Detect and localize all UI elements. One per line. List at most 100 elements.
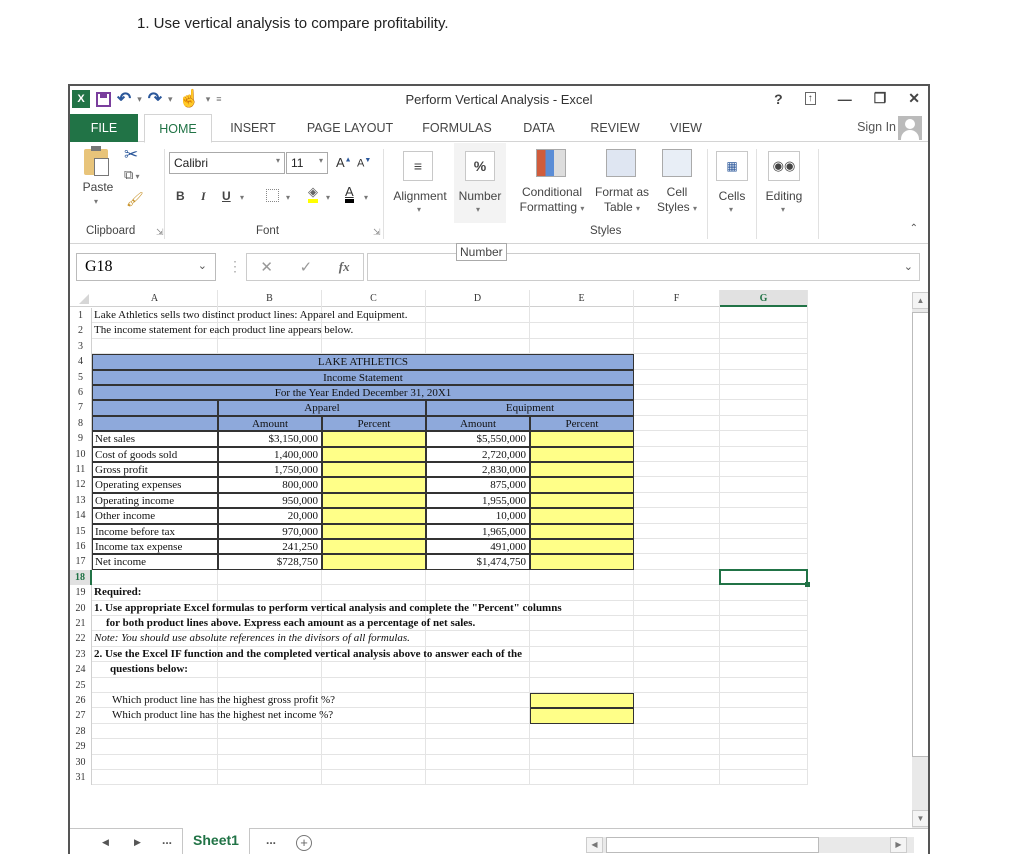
format-painter-icon[interactable]: 🖌 [126,191,144,208]
apparel-amount-cell[interactable]: 950,000 [218,492,322,509]
increase-font-size-icon[interactable]: A▲ [336,155,352,170]
help-icon[interactable]: ? [774,91,783,107]
next-sheet-icon[interactable]: ▶ [134,837,141,848]
row-header-22[interactable]: 22 [70,631,92,647]
answer-gross-profit-input[interactable] [530,693,634,709]
apparel-amount-cell[interactable]: 1,750,000 [218,462,322,478]
selected-cell-g18[interactable] [719,568,810,588]
equipment-percent-input[interactable] [530,554,634,570]
column-header-a[interactable]: A [92,290,218,307]
apparel-amount-cell[interactable]: $3,150,000 [218,431,322,447]
minimize-icon[interactable]: — [838,91,852,107]
vertical-scroll-thumb[interactable] [912,312,928,757]
column-header-c[interactable]: C [322,290,426,307]
decrease-font-size-icon[interactable]: A▼ [357,157,371,170]
italic-button[interactable]: I [201,189,206,204]
apparel-percent-input[interactable] [322,554,426,570]
row-header-2[interactable]: 2 [70,323,92,339]
paste-button[interactable]: Paste ▾ [78,146,118,213]
equipment-percent-input[interactable] [530,539,634,555]
cancel-icon[interactable]: ✕ [260,258,273,276]
line-item-label[interactable]: Gross profit [92,462,218,478]
row-header-26[interactable]: 26 [70,693,92,709]
apparel-percent-input[interactable] [322,508,426,524]
row-header-5[interactable]: 5 [70,369,92,385]
horizontal-scroll-thumb[interactable] [606,837,819,853]
header-equipment-amount[interactable]: Amount [426,415,530,432]
line-item-label[interactable]: Cost of goods sold [92,446,218,462]
row-header-9[interactable]: 9 [70,431,92,447]
scroll-down-icon[interactable]: ▼ [912,810,928,827]
font-color-icon[interactable]: A [345,185,354,203]
select-all-button[interactable] [70,290,92,307]
header-company[interactable]: LAKE ATHLETICS [92,354,634,370]
row-header-21[interactable]: 21 [70,616,92,632]
requirement-1-line-2[interactable]: for both product lines above. Express ea… [92,616,652,631]
editing-button[interactable]: ◉◉ Editing ▾ [760,147,808,217]
answer-net-income-input[interactable] [530,708,634,724]
equipment-amount-cell[interactable]: 2,830,000 [426,462,530,478]
row-header-10[interactable]: 10 [70,446,92,462]
intro-line-1[interactable]: Lake Athletics sells two distinct produc… [92,308,492,323]
equipment-percent-input[interactable] [530,462,634,478]
name-box[interactable]: G18 ⌄ [76,253,216,281]
equipment-amount-cell[interactable]: 2,720,000 [426,446,530,462]
row-header-17[interactable]: 17 [70,554,92,570]
requirement-2-line-1[interactable]: 2. Use the Excel IF function and the com… [92,647,652,662]
apparel-amount-cell[interactable]: 1,400,000 [218,446,322,462]
required-heading[interactable]: Required: [92,585,652,600]
sign-in-link[interactable]: Sign In [857,120,896,134]
apparel-percent-input[interactable] [322,462,426,478]
tab-insert[interactable]: INSERT [220,114,286,142]
row-header-29[interactable]: 29 [70,739,92,755]
collapse-ribbon-icon[interactable]: ⌃ [910,223,918,234]
apparel-percent-input[interactable] [322,492,426,509]
equipment-amount-cell[interactable]: 10,000 [426,508,530,524]
apparel-percent-input[interactable] [322,446,426,462]
header-blank[interactable] [92,415,218,432]
close-icon[interactable]: ✕ [908,90,920,107]
equipment-amount-cell[interactable]: 1,955,000 [426,492,530,509]
line-item-label[interactable]: Operating expenses [92,477,218,493]
font-color-dropdown-icon[interactable]: ▾ [364,193,368,202]
apparel-amount-cell[interactable]: 800,000 [218,477,322,493]
row-header-11[interactable]: 11 [70,462,92,478]
tab-file[interactable]: FILE [70,114,138,142]
row-header-12[interactable]: 12 [70,477,92,493]
scroll-right-icon[interactable]: ▶ [890,837,907,853]
row-header-14[interactable]: 14 [70,508,92,524]
header-period[interactable]: For the Year Ended December 31, 20X1 [92,385,634,401]
equipment-amount-cell[interactable]: 1,965,000 [426,523,530,539]
row-header-28[interactable]: 28 [70,723,92,740]
row-header-16[interactable]: 16 [70,539,92,555]
column-header-b[interactable]: B [218,290,322,307]
row-header-23[interactable]: 23 [70,646,92,663]
scroll-up-icon[interactable]: ▲ [912,292,928,309]
worksheet-grid[interactable]: A B C D E F G 1 2 3 4 5 6 7 8 9 10 11 12 13 14 15 16 17 18 19 20 21… [70,290,910,802]
font-size-select[interactable]: 11 ▾ [286,152,328,174]
underline-button[interactable]: U [222,189,231,203]
format-as-table-button[interactable]: Format as Table ▾ [592,147,652,217]
apparel-percent-input[interactable] [322,539,426,555]
number-button[interactable]: % Number ▾ [454,143,506,223]
apparel-amount-cell[interactable]: $728,750 [218,554,322,570]
line-item-label[interactable]: Other income [92,508,218,524]
row-header-27[interactable]: 27 [70,708,92,724]
equipment-percent-input[interactable] [530,523,634,539]
equipment-amount-cell[interactable]: $1,474,750 [426,554,530,570]
column-header-g[interactable]: G [720,290,808,307]
header-equipment-percent[interactable]: Percent [530,415,634,432]
alignment-button[interactable]: ≡ Alignment ▾ [386,147,454,217]
line-item-label[interactable]: Income before tax [92,523,218,539]
fill-color-icon[interactable]: ◈ [308,185,318,203]
tab-home[interactable]: HOME [144,114,212,143]
row-header-20[interactable]: 20 [70,600,92,616]
formula-input[interactable]: ⌄ [367,253,920,281]
sheets-after-ellipsis[interactable]: ... [266,833,276,847]
conditional-formatting-button[interactable]: Conditional Formatting ▾ [514,147,590,217]
prev-sheet-icon[interactable]: ◀ [102,837,109,848]
row-header-8[interactable]: 8 [70,415,92,432]
horizontal-scrollbar[interactable]: ◀ ▶ [586,837,914,853]
row-header-1[interactable]: 1 [70,308,92,324]
header-apparel-percent[interactable]: Percent [322,415,426,432]
